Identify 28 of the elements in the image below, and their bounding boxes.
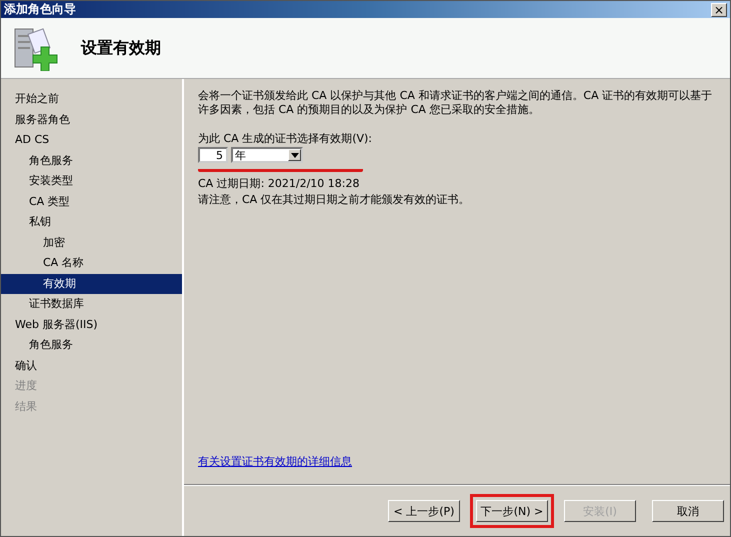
dropdown-arrow-icon	[290, 152, 298, 158]
wizard-button[interactable]: 下一步(N) >	[476, 500, 548, 522]
wizard-button[interactable]: < 上一步(P)	[388, 500, 460, 522]
wizard-button[interactable]: 取消	[652, 500, 724, 522]
nav-item[interactable]: 角色服务	[1, 335, 182, 356]
period-value-field[interactable]: 5	[198, 147, 228, 163]
nav-item[interactable]: 加密	[1, 232, 182, 253]
window-title: 添加角色向导	[4, 1, 76, 18]
period-unit-dropdown[interactable]: 年	[231, 147, 303, 163]
nav-item[interactable]: CA 类型	[1, 192, 182, 212]
page-title: 设置有效期	[81, 38, 161, 58]
nav-item[interactable]: 私钥	[1, 212, 182, 232]
nav-item[interactable]: 安装类型	[1, 171, 182, 192]
nav-item[interactable]: 开始之前	[1, 89, 182, 110]
nav-item[interactable]: Web 服务器(IIS)	[1, 314, 182, 335]
nav-item[interactable]: 确认	[1, 356, 182, 376]
close-button[interactable]: ×	[711, 2, 727, 16]
note-text: 请注意，CA 仅在其过期日期之前才能颁发有效的证书。	[198, 192, 470, 208]
description-text: 会将一个证书颁发给此 CA 以保护与其他 CA 和请求证书的客户端之间的通信。CA 证书的有效期可以基于许多因素，包括 CA 的预期目的以及为保护 CA 您已采取的安全措施。	[198, 89, 714, 117]
nav-item[interactable]: 有效期	[1, 274, 182, 294]
nav-item[interactable]: CA 名称	[1, 253, 182, 274]
period-label: 为此 CA 生成的证书选择有效期(V):	[198, 131, 372, 146]
nav-item[interactable]: 服务器角色	[1, 110, 182, 130]
nav-item[interactable]: 角色服务	[1, 150, 182, 171]
nav-item[interactable]: 证书数据库	[1, 294, 182, 314]
expiry-date-text: CA 过期日期: 2021/2/10 18:28	[198, 176, 360, 192]
help-link[interactable]: 有关设置证书有效期的详细信息	[198, 454, 352, 469]
nav-item[interactable]: AD CS	[1, 130, 182, 150]
